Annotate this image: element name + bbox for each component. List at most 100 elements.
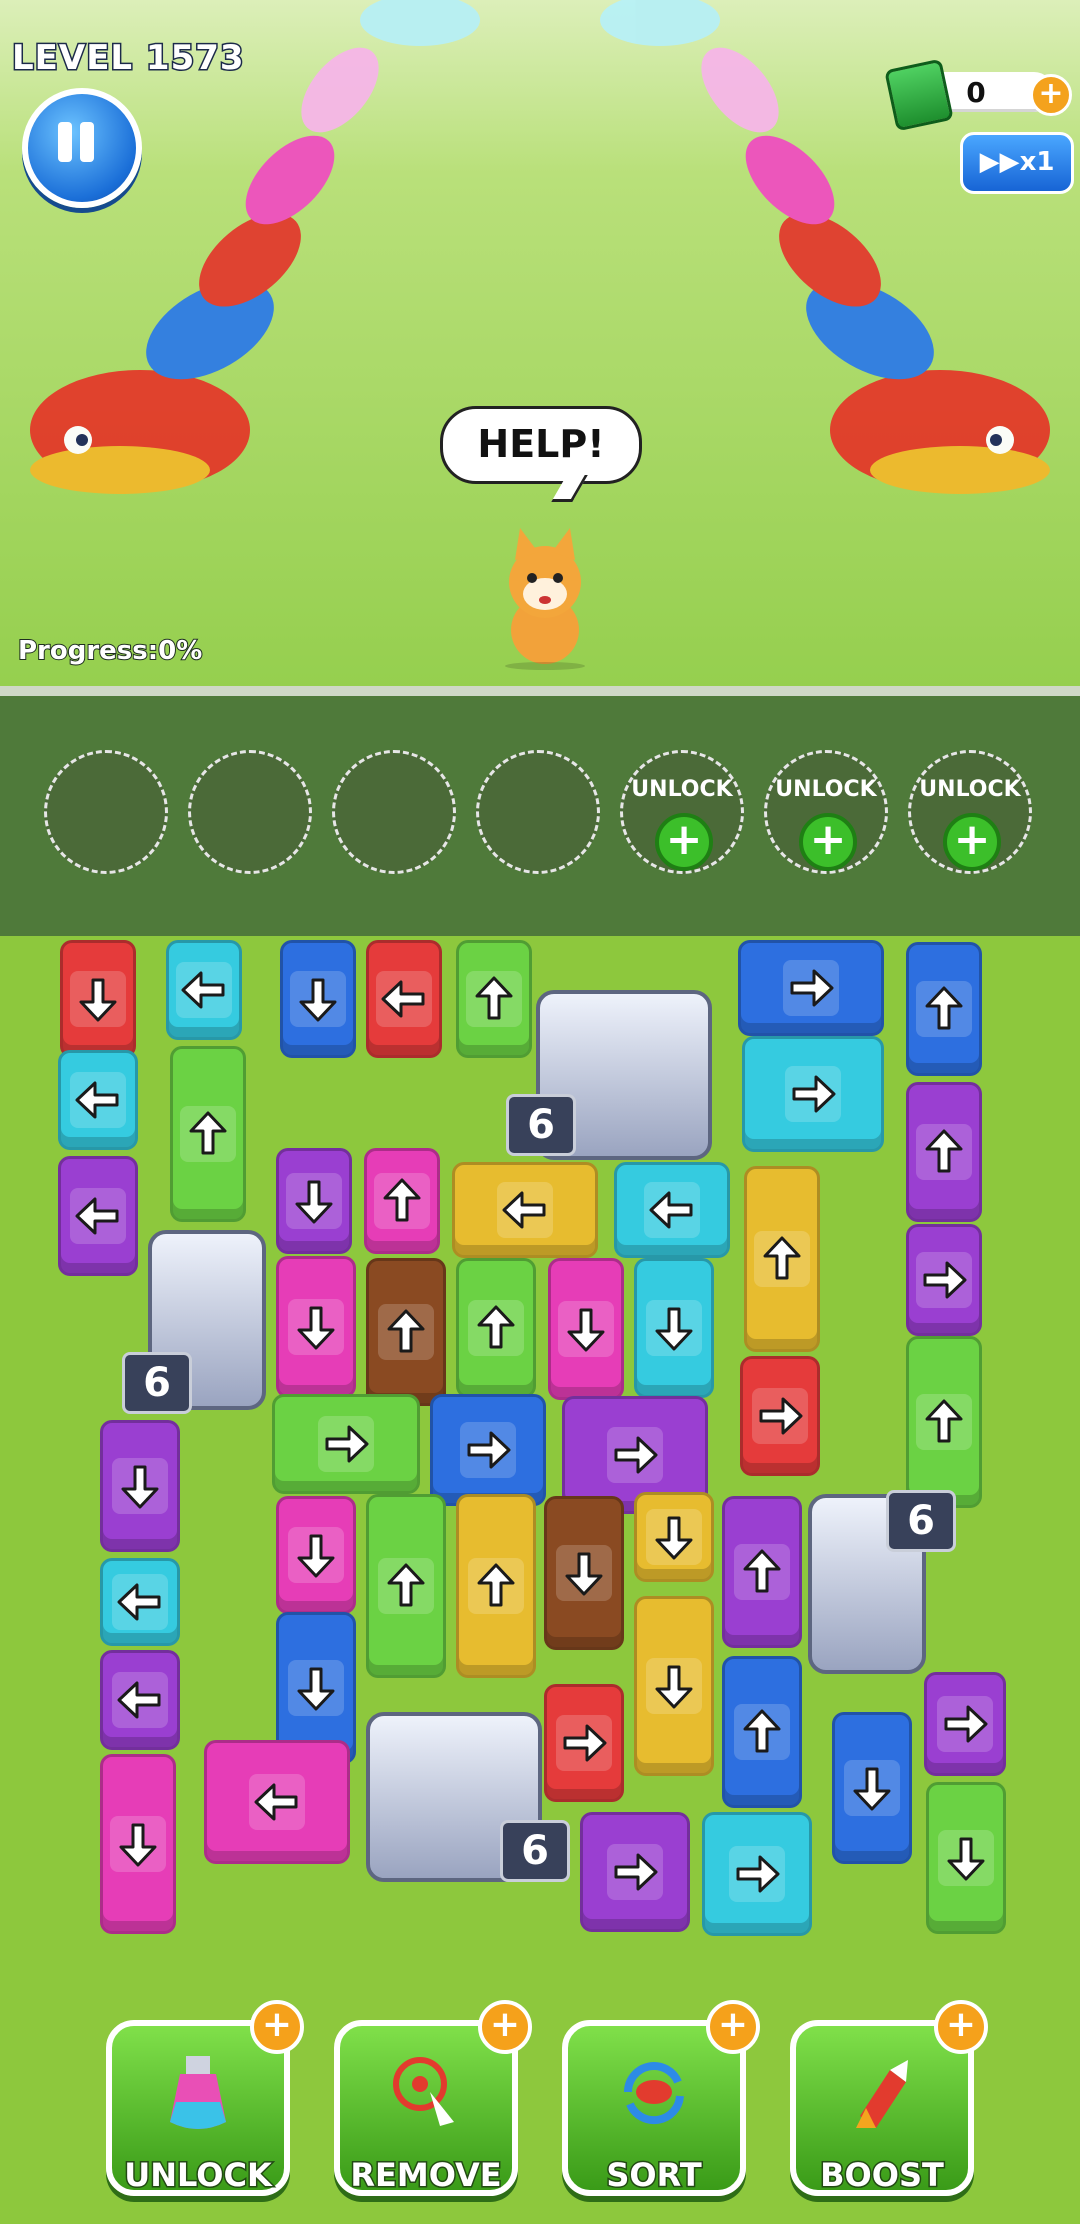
arrow-down-icon <box>844 1760 900 1816</box>
arrow-box-pink-left[interactable] <box>204 1740 350 1864</box>
arrow-box-brown-down[interactable] <box>544 1496 624 1650</box>
arrow-box-blue-right[interactable] <box>430 1394 546 1506</box>
arrow-box-pink-down[interactable] <box>100 1754 176 1934</box>
arrow-down-icon <box>288 1527 344 1583</box>
arrow-box-purple-down[interactable] <box>276 1148 352 1254</box>
pause-button[interactable] <box>22 88 142 208</box>
arrow-down-icon <box>646 1509 702 1565</box>
arrow-box-cyan-right[interactable] <box>702 1812 812 1936</box>
add-booster-icon: + <box>706 2000 760 2054</box>
arrow-box-red-down[interactable] <box>60 940 136 1058</box>
arrow-up-icon <box>378 1558 434 1614</box>
locked-slot-unlock-button[interactable]: UNLOCK + <box>620 750 744 874</box>
arrow-right-icon <box>729 1846 785 1902</box>
add-booster-icon: + <box>934 2000 988 2054</box>
arrow-box-purple-right[interactable] <box>906 1224 982 1336</box>
plus-icon: + <box>943 813 1001 871</box>
arrow-box-purple-left[interactable] <box>58 1156 138 1276</box>
arrow-box-green-up[interactable] <box>456 940 532 1058</box>
arrow-box-green-down[interactable] <box>926 1782 1006 1934</box>
arrow-up-icon <box>734 1544 790 1600</box>
locked-slot-unlock-button[interactable]: UNLOCK + <box>764 750 888 874</box>
remove-booster-button[interactable]: + REMOVE <box>334 2000 532 2196</box>
arrow-box-green-up[interactable] <box>906 1336 982 1508</box>
arrow-box-yellow-up[interactable] <box>744 1166 820 1352</box>
arrow-box-yellow-down[interactable] <box>634 1596 714 1776</box>
tunnel-counter: 6 <box>506 1094 576 1156</box>
arrow-box-cyan-left[interactable] <box>100 1558 180 1646</box>
arrow-left-icon <box>249 1774 305 1830</box>
arrow-box-green-right[interactable] <box>272 1394 420 1494</box>
arrow-up-icon <box>734 1704 790 1760</box>
arrow-right-icon <box>916 1252 972 1308</box>
arrow-box-blue-right[interactable] <box>738 940 884 1036</box>
speech-bubble: HELP! <box>440 406 642 484</box>
boost-booster-button[interactable]: + BOOST <box>790 2000 988 2196</box>
arrow-up-icon <box>916 1124 972 1180</box>
arrow-down-icon <box>286 1173 342 1229</box>
arrow-right-icon <box>460 1422 516 1478</box>
arrow-box-purple-left[interactable] <box>100 1650 180 1750</box>
arrow-box-brown-up[interactable] <box>366 1258 446 1406</box>
arrow-box-pink-down[interactable] <box>276 1256 356 1398</box>
arrow-up-icon <box>466 971 522 1027</box>
unlock-booster-button[interactable]: + UNLOCK <box>106 2000 304 2196</box>
arrow-box-purple-down[interactable] <box>100 1420 180 1552</box>
arrow-box-cyan-left[interactable] <box>614 1162 730 1258</box>
arrow-down-icon <box>646 1300 702 1356</box>
arrow-box-green-up[interactable] <box>170 1046 246 1222</box>
arrow-box-green-up[interactable] <box>456 1258 536 1398</box>
arrow-box-blue-down[interactable] <box>280 940 356 1058</box>
arrow-box-blue-up[interactable] <box>722 1656 802 1808</box>
arrow-box-cyan-left[interactable] <box>166 940 242 1040</box>
arrow-box-yellow-down[interactable] <box>634 1492 714 1582</box>
arrow-box-cyan-down[interactable] <box>634 1258 714 1398</box>
arrow-left-icon <box>112 1574 168 1630</box>
arrow-up-icon <box>378 1304 434 1360</box>
arrow-box-purple-up[interactable] <box>906 1082 982 1222</box>
arrow-up-icon <box>754 1231 810 1287</box>
boost-booster-label: BOOST <box>819 2155 946 2196</box>
arrow-box-red-right[interactable] <box>740 1356 820 1476</box>
arrow-box-pink-up[interactable] <box>364 1148 440 1254</box>
arrow-box-green-up[interactable] <box>366 1494 446 1678</box>
arrow-up-icon <box>916 1394 972 1450</box>
arrow-left-icon <box>497 1182 553 1238</box>
arrow-box-blue-down[interactable] <box>832 1712 912 1864</box>
arrow-up-icon <box>374 1173 430 1229</box>
arrow-right-icon <box>318 1416 374 1472</box>
arrow-box-cyan-left[interactable] <box>58 1050 138 1150</box>
arrow-right-icon <box>752 1388 808 1444</box>
arrow-box-blue-up[interactable] <box>906 942 982 1076</box>
arrow-box-red-right[interactable] <box>544 1684 624 1802</box>
add-currency-button[interactable]: + <box>1030 74 1072 116</box>
arrow-box-purple-up[interactable] <box>722 1496 802 1648</box>
arrow-right-icon <box>607 1427 663 1483</box>
arrow-box-purple-right[interactable] <box>924 1672 1006 1776</box>
arrow-box-purple-right[interactable] <box>580 1812 690 1932</box>
speed-toggle-button[interactable]: ▶▶x1 <box>960 132 1074 194</box>
arrow-box-cyan-right[interactable] <box>742 1036 884 1152</box>
arrow-left-icon <box>112 1672 168 1728</box>
arrow-right-icon <box>785 1066 841 1122</box>
arrow-box-pink-down[interactable] <box>548 1258 624 1400</box>
currency-counter: 0 + <box>884 58 1072 132</box>
arrow-up-icon <box>180 1106 236 1162</box>
arrow-down-icon <box>288 1299 344 1355</box>
unlock-booster-label: UNLOCK <box>123 2155 274 2196</box>
sort-icon <box>624 2062 684 2125</box>
tunnel-counter: 6 <box>122 1352 192 1414</box>
arrow-box-red-left[interactable] <box>366 940 442 1058</box>
gem-icon <box>884 58 954 132</box>
arrow-box-yellow-left[interactable] <box>452 1162 598 1258</box>
arrow-box-pink-down[interactable] <box>276 1496 356 1614</box>
tray-slot <box>332 750 456 874</box>
arrow-down-icon <box>70 971 126 1027</box>
progress-label: Progress:0% <box>17 635 203 667</box>
locked-slot-unlock-button[interactable]: UNLOCK + <box>908 750 1032 874</box>
speed-label: x1 <box>1019 147 1055 177</box>
arrow-right-icon <box>937 1696 993 1752</box>
arrow-box-yellow-up[interactable] <box>456 1494 536 1678</box>
sort-booster-button[interactable]: + SORT <box>562 2000 760 2196</box>
sort-booster-label: SORT <box>605 2155 703 2196</box>
